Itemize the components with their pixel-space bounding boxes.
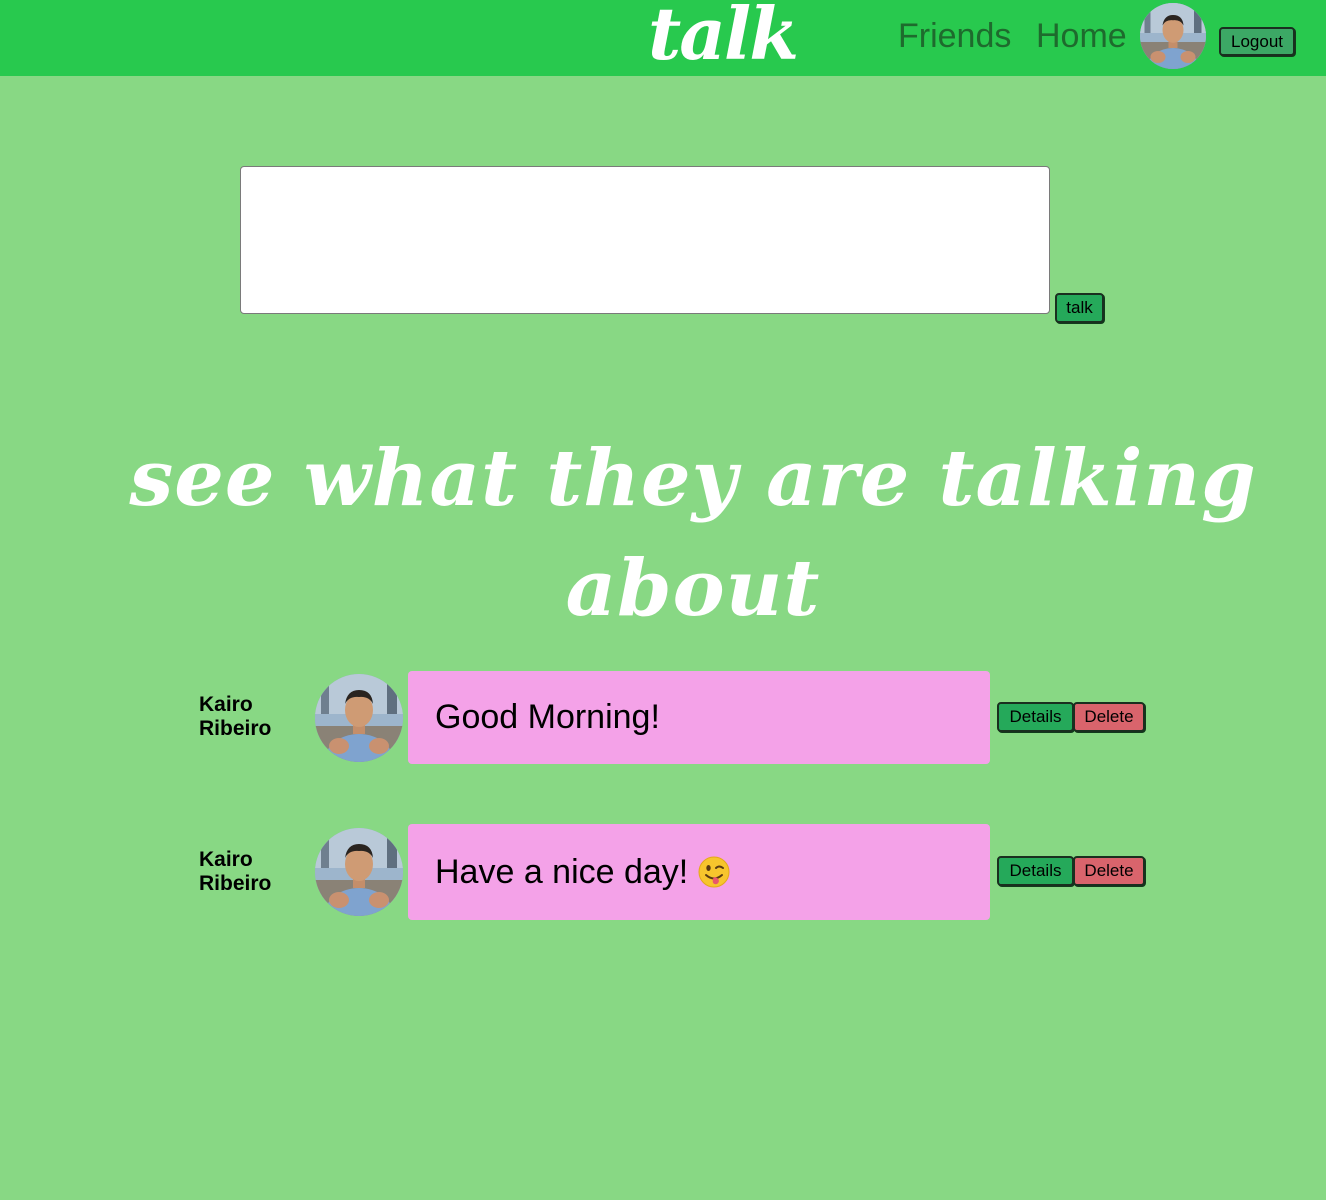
post-message-bubble: Have a nice day! — [408, 824, 990, 920]
logout-button[interactable]: Logout — [1219, 27, 1295, 56]
delete-button[interactable]: Delete — [1073, 702, 1145, 732]
details-button[interactable]: Details — [997, 856, 1074, 886]
post-author-name: Kairo Ribeiro — [199, 848, 272, 895]
user-avatar-icon[interactable] — [1140, 3, 1206, 69]
app-logo[interactable]: talk — [648, 0, 799, 74]
author-avatar-icon — [315, 674, 403, 762]
delete-button[interactable]: Delete — [1073, 856, 1145, 886]
feed-headline: see what they are talking about — [129, 433, 1257, 634]
post-author-name: Kairo Ribeiro — [199, 693, 272, 740]
compose-textarea[interactable] — [240, 166, 1050, 314]
talk-submit-button[interactable]: talk — [1055, 293, 1104, 323]
author-avatar-icon — [315, 828, 403, 916]
winking-face-with-tongue-emoji-icon — [698, 856, 730, 888]
post-message-text: Have a nice day! — [435, 852, 689, 891]
top-navigation-bar: talk Friends Home Logout — [0, 0, 1326, 76]
details-button[interactable]: Details — [997, 702, 1074, 732]
post-message-text: Good Morning! — [435, 698, 660, 736]
post-message-bubble: Good Morning! — [408, 671, 990, 764]
nav-link-friends[interactable]: Friends — [898, 16, 1011, 56]
nav-link-home[interactable]: Home — [1036, 16, 1127, 56]
